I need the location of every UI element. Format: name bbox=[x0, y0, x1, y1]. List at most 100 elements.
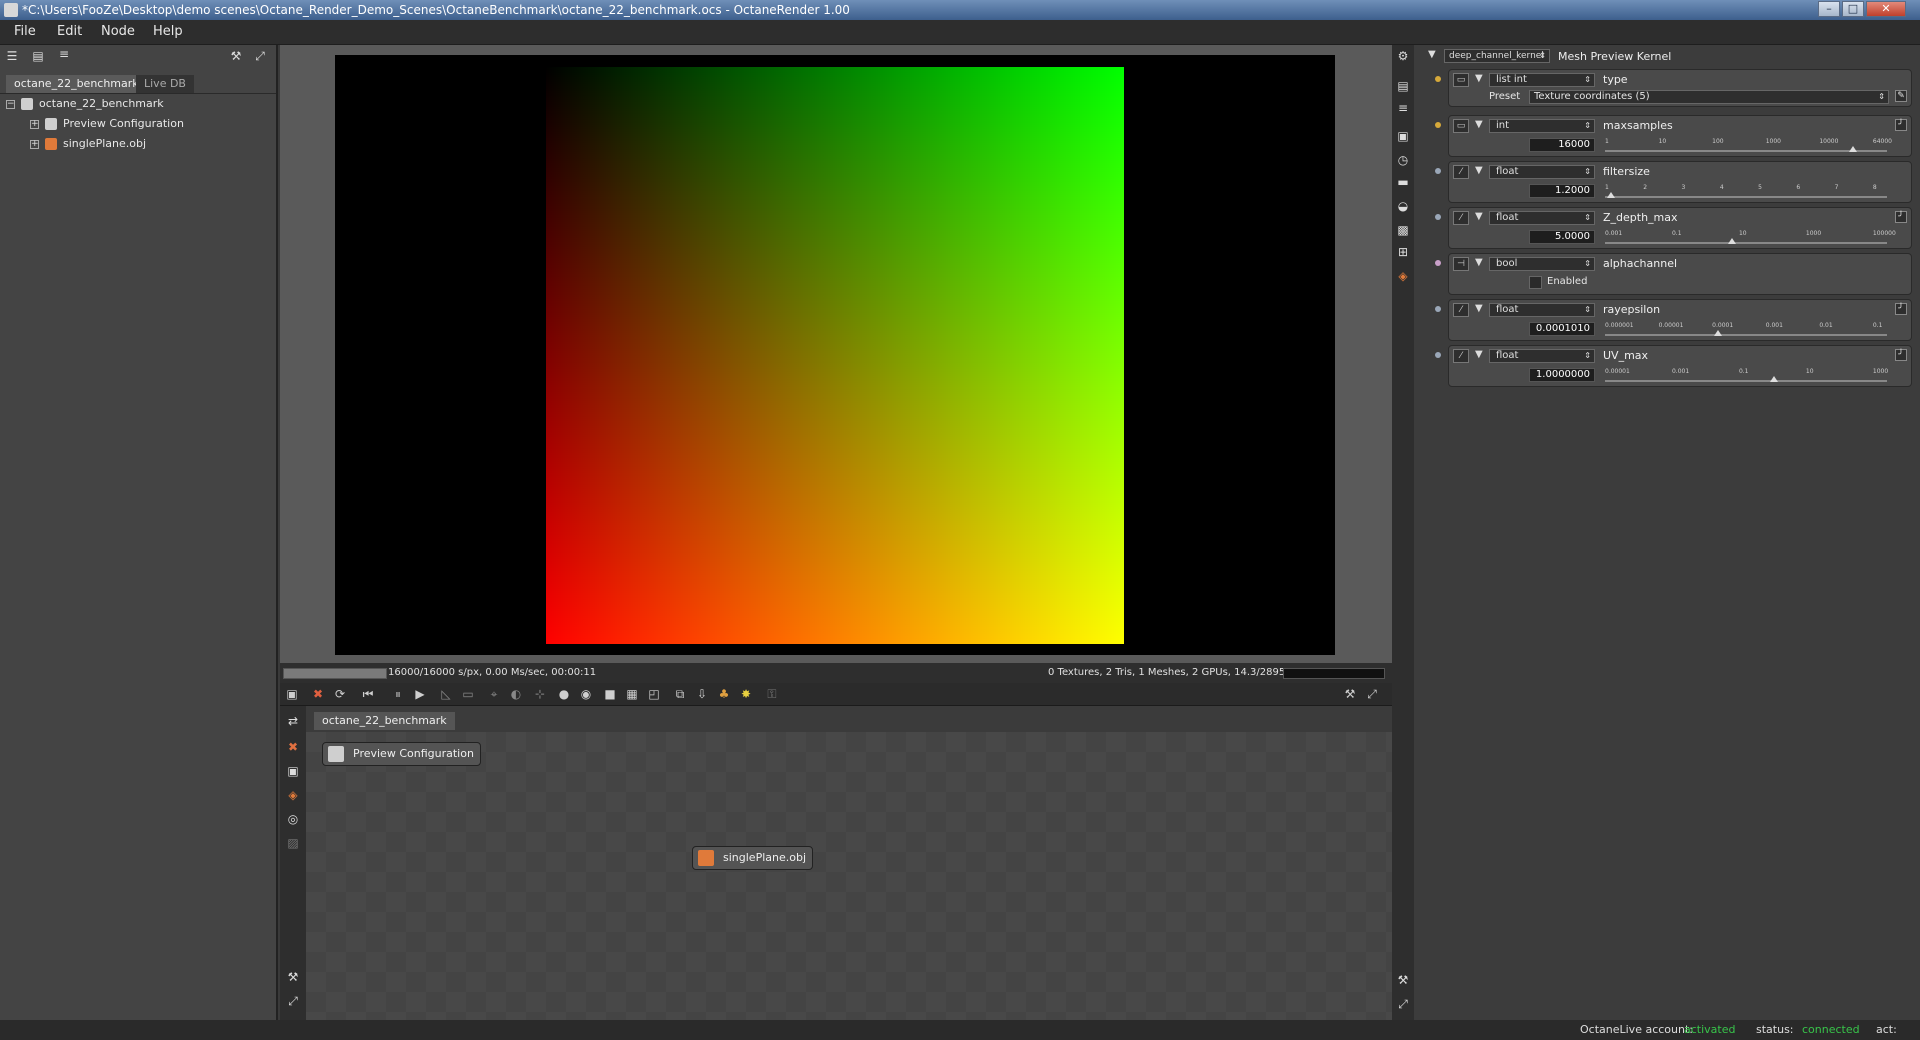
layers-icon[interactable]: ▤ bbox=[1395, 79, 1411, 93]
param-type-select[interactable]: float ⇕ bbox=[1489, 211, 1595, 225]
picture-icon[interactable]: ▩ bbox=[1395, 223, 1411, 237]
param-pin-icon[interactable]: ▭ bbox=[1453, 119, 1469, 133]
display-icon[interactable]: ▭ bbox=[460, 686, 476, 702]
texture-icon[interactable]: ▨ bbox=[285, 836, 301, 850]
menu-node[interactable]: Node bbox=[101, 24, 135, 39]
param-value-input[interactable]: 16000 bbox=[1529, 138, 1595, 152]
tree-item-single-plane[interactable]: + singlePlane.obj bbox=[30, 135, 146, 153]
kernel-type-select[interactable]: deep_channel_kernel ⇕ bbox=[1444, 49, 1550, 63]
wrench-icon[interactable]: ⚒ bbox=[285, 970, 301, 984]
param-value-input[interactable]: 1.2000 bbox=[1529, 184, 1595, 198]
expand-triangle-icon[interactable]: ▼ bbox=[1475, 303, 1483, 314]
outliner-list-icon[interactable]: ☰ bbox=[4, 49, 20, 63]
film-icon[interactable]: ▬ bbox=[1395, 175, 1411, 189]
curve-icon[interactable]: ╯ bbox=[1895, 119, 1907, 131]
mesh-icon[interactable]: ◈ bbox=[1395, 269, 1411, 283]
param-type-select[interactable]: bool ⇕ bbox=[1489, 257, 1595, 271]
curve-icon[interactable]: ╯ bbox=[1895, 349, 1907, 361]
region-icon[interactable]: ◺ bbox=[438, 686, 454, 702]
copy-icon[interactable]: ⧉ bbox=[672, 686, 688, 702]
skip-back-icon[interactable]: ⏮ bbox=[360, 686, 376, 702]
kernel-icon[interactable]: ⊞ bbox=[1395, 245, 1411, 259]
param-pin-icon[interactable]: ⁄ bbox=[1453, 211, 1469, 225]
outliner-layers-icon[interactable]: ▤ bbox=[30, 49, 46, 63]
preset-select[interactable]: Texture coordinates (5) ⇕ bbox=[1529, 90, 1889, 104]
param-slider[interactable]: 0.001 0.1 10 1000 100000 bbox=[1605, 230, 1896, 244]
fullscreen-icon[interactable]: ⤢ bbox=[252, 49, 268, 63]
wrench-icon[interactable]: ⚒ bbox=[1342, 686, 1358, 702]
close-button[interactable]: ✕ bbox=[1866, 1, 1906, 17]
param-pin-icon[interactable]: ⊣ bbox=[1453, 257, 1469, 271]
fullscreen-icon[interactable]: ⤢ bbox=[285, 994, 301, 1008]
curve-icon[interactable]: ╯ bbox=[1895, 303, 1907, 315]
param-value-input[interactable]: 1.0000000 bbox=[1529, 368, 1595, 382]
minimize-button[interactable]: – bbox=[1818, 1, 1840, 17]
mesh-node-icon[interactable]: ◈ bbox=[285, 788, 301, 802]
outliner-collapse-icon[interactable]: ≡ bbox=[56, 47, 72, 61]
autofocus-icon[interactable]: ⌖ bbox=[486, 686, 502, 702]
expand-icon[interactable]: + bbox=[30, 139, 39, 149]
expand-icon[interactable]: + bbox=[30, 119, 39, 129]
node-inspector-icon[interactable]: ⚙ bbox=[1395, 49, 1411, 63]
param-pin-icon[interactable]: ▭ bbox=[1453, 73, 1469, 87]
graph-node-single-plane[interactable]: singlePlane.obj bbox=[692, 846, 813, 870]
white-balance-icon[interactable]: ◐ bbox=[508, 686, 524, 702]
tab-graph-benchmark[interactable]: octane_22_benchmark bbox=[314, 712, 455, 730]
export-icon[interactable]: ⇩ bbox=[694, 686, 710, 702]
param-pin-icon[interactable]: ⁄ bbox=[1453, 349, 1469, 363]
expand-triangle-icon[interactable]: ▼ bbox=[1475, 257, 1483, 268]
param-slider[interactable]: 1 10 100 1000 10000 64000 bbox=[1605, 138, 1892, 152]
curve-icon[interactable]: ╯ bbox=[1895, 211, 1907, 223]
expand-triangle-icon[interactable]: ▼ bbox=[1475, 349, 1483, 360]
camera-icon[interactable]: ▣ bbox=[284, 686, 300, 702]
sphere-alt-icon[interactable]: ◉ bbox=[578, 686, 594, 702]
render-viewport[interactable] bbox=[280, 45, 1392, 663]
pick-icon[interactable]: ⊹ bbox=[532, 686, 548, 702]
wrench-icon[interactable]: ⚒ bbox=[1395, 973, 1411, 987]
param-slider[interactable]: 1 2 3 4 5 6 7 8 bbox=[1605, 184, 1887, 198]
expand-triangle-icon[interactable]: ▼ bbox=[1428, 49, 1436, 60]
param-type-select[interactable]: int ⇕ bbox=[1489, 119, 1595, 133]
maximize-button[interactable]: □ bbox=[1842, 1, 1864, 17]
param-value-input[interactable]: 0.0001010 bbox=[1529, 322, 1595, 336]
param-pin-icon[interactable]: ⁄ bbox=[1453, 303, 1469, 317]
fullscreen-icon[interactable]: ⤢ bbox=[1364, 686, 1380, 702]
graph-node-preview-configuration[interactable]: Preview Configuration bbox=[322, 742, 481, 766]
render-canvas[interactable] bbox=[335, 55, 1335, 655]
collapse-icon[interactable]: − bbox=[6, 99, 15, 109]
aspect-icon[interactable]: ◰ bbox=[646, 686, 662, 702]
param-type-select[interactable]: float ⇕ bbox=[1489, 349, 1595, 363]
camera-icon[interactable]: ◷ bbox=[1395, 153, 1411, 167]
sun-icon[interactable]: ✸ bbox=[738, 686, 754, 702]
param-type-select[interactable]: float ⇕ bbox=[1489, 303, 1595, 317]
param-type-select[interactable]: float ⇕ bbox=[1489, 165, 1595, 179]
edit-icon[interactable]: ✎ bbox=[1895, 90, 1907, 102]
environment-icon[interactable]: ◒ bbox=[1395, 199, 1411, 213]
tab-octane-benchmark[interactable]: octane_22_benchmark bbox=[6, 75, 147, 93]
pause-icon[interactable]: ⏸ bbox=[390, 686, 406, 702]
sphere-icon[interactable]: ● bbox=[556, 686, 572, 702]
lock-icon[interactable]: ♣ bbox=[716, 686, 732, 702]
tree-root[interactable]: − octane_22_benchmark bbox=[6, 95, 164, 113]
image-icon[interactable]: ▣ bbox=[1395, 129, 1411, 143]
expand-triangle-icon[interactable]: ▼ bbox=[1475, 119, 1483, 130]
expand-triangle-icon[interactable]: ▼ bbox=[1475, 165, 1483, 176]
fullscreen-icon[interactable]: ⤢ bbox=[1395, 997, 1411, 1011]
collapse-icon[interactable]: ≡ bbox=[1395, 101, 1411, 115]
expand-triangle-icon[interactable]: ▼ bbox=[1475, 73, 1483, 84]
slider-thumb[interactable] bbox=[1727, 238, 1736, 244]
slider-thumb[interactable] bbox=[1713, 330, 1722, 336]
restart-render-icon[interactable]: ⟳ bbox=[332, 686, 348, 702]
wrench-icon[interactable]: ⚒ bbox=[228, 49, 244, 63]
graph-rearrange-icon[interactable]: ⇄ bbox=[285, 714, 301, 728]
expand-triangle-icon[interactable]: ▼ bbox=[1475, 211, 1483, 222]
menu-edit[interactable]: Edit bbox=[57, 24, 82, 39]
unlock-icon[interactable]: ⚿ bbox=[764, 686, 780, 702]
param-value-input[interactable]: 5.0000 bbox=[1529, 230, 1595, 244]
frame-icon[interactable]: ■ bbox=[602, 686, 618, 702]
material-icon[interactable]: ◎ bbox=[285, 812, 301, 826]
slider-thumb[interactable] bbox=[1606, 192, 1615, 198]
image-icon[interactable]: ▣ bbox=[285, 764, 301, 778]
alphachannel-checkbox[interactable] bbox=[1529, 276, 1542, 289]
menu-file[interactable]: File bbox=[14, 24, 36, 39]
